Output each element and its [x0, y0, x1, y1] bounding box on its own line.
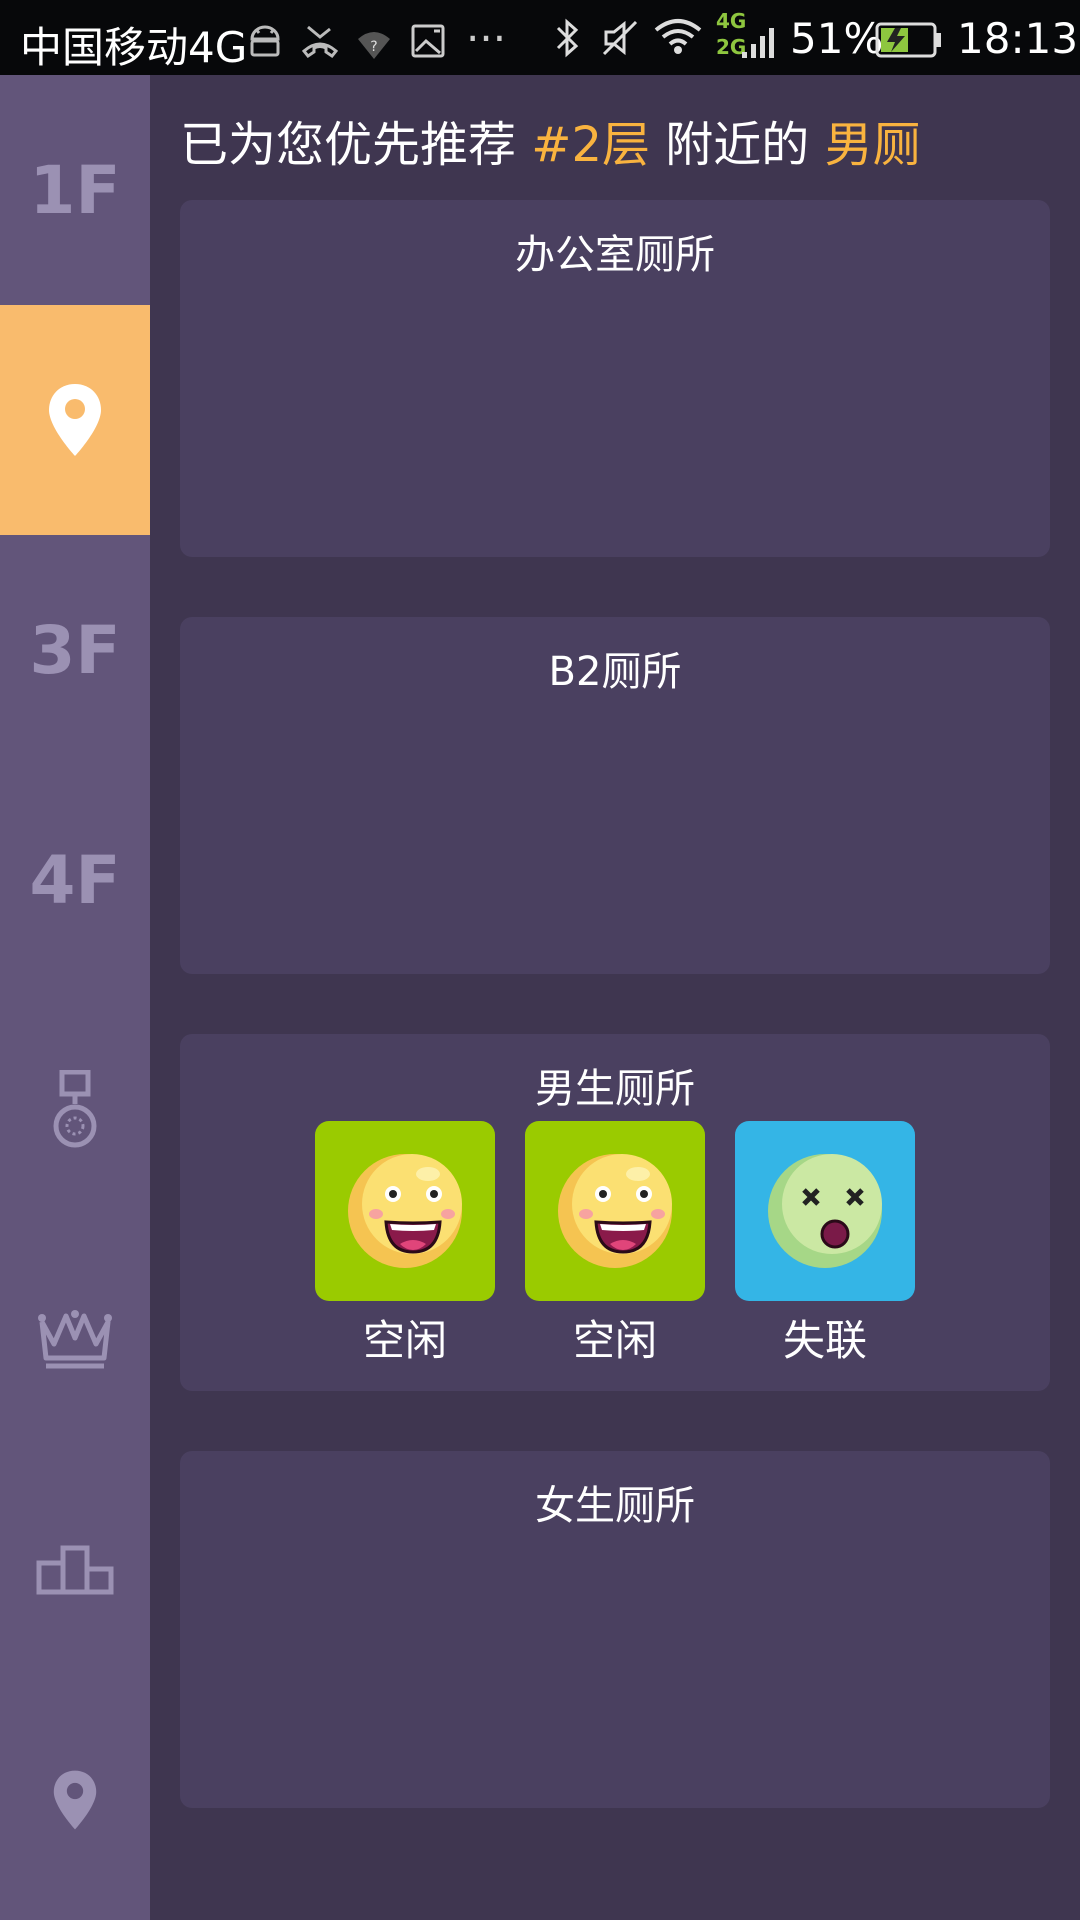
image-icon [410, 20, 446, 69]
card-title: B2厕所 [548, 649, 682, 695]
wifi-icon [652, 16, 704, 66]
status-bar: 中国移动4G ? ··· 4G 2G 51% 18:13 [0, 0, 1080, 75]
sidebar-item-label: 3F [29, 611, 121, 689]
card-title: 办公室厕所 [515, 232, 715, 278]
dizzy-face-icon [768, 1154, 882, 1268]
sidebar-item-ranking[interactable] [0, 1225, 150, 1455]
stall-list: 空闲 空闲 失联 [315, 1121, 915, 1368]
mute-icon [600, 18, 640, 68]
stall-item[interactable]: 空闲 [525, 1121, 705, 1368]
restroom-card-b2[interactable]: B2厕所 [180, 617, 1050, 974]
location-pin-icon [53, 1770, 97, 1830]
headline-prefix: 已为您优先推荐 [180, 117, 532, 173]
crown-icon [38, 1310, 112, 1369]
happy-face-icon [348, 1154, 462, 1268]
recommendation-headline: 已为您优先推荐 #2层 附近的 男厕 [180, 105, 921, 175]
sidebar-item-1f[interactable]: 1F [0, 75, 150, 305]
clock: 18:13 [957, 14, 1079, 63]
sidebar-item-label: 1F [29, 151, 121, 229]
restroom-card-male[interactable]: 男生厕所 空闲 空闲 失联 [180, 1034, 1050, 1391]
stall-status-label: 空闲 [572, 1316, 657, 1365]
signal-icon [742, 16, 776, 70]
sidebar-item-medal[interactable] [0, 995, 150, 1225]
headline-type: 男厕 [824, 117, 921, 173]
battery-charging-icon [875, 20, 943, 69]
restroom-card-female[interactable]: 女生厕所 [180, 1451, 1050, 1808]
stall-item[interactable]: 失联 [735, 1121, 915, 1368]
happy-face-icon [558, 1154, 672, 1268]
medal-icon [53, 1070, 97, 1148]
sidebar-item-current-location[interactable] [0, 305, 150, 535]
missed-call-icon [300, 20, 340, 69]
sidebar-item-label: 4F [29, 841, 121, 919]
sidebar-item-leaderboard[interactable] [0, 1455, 150, 1685]
card-title: 女生厕所 [535, 1483, 695, 1529]
android-icon [246, 20, 284, 69]
floor-sidebar: 1F 3F 4F [0, 75, 150, 1920]
card-title: 男生厕所 [535, 1066, 695, 1112]
restroom-card-office[interactable]: 办公室厕所 [180, 200, 1050, 557]
sidebar-item-location[interactable] [0, 1685, 150, 1915]
svg-text:?: ? [370, 39, 377, 55]
battery-percent: 51% [790, 14, 884, 63]
stall-item[interactable]: 空闲 [315, 1121, 495, 1368]
main-content: 已为您优先推荐 #2层 附近的 男厕 办公室厕所 B2厕所 男生厕所 空闲 空闲… [150, 75, 1080, 1920]
carrier-name: 中国移动4G [20, 23, 248, 72]
stall-status-tile [315, 1121, 495, 1301]
headline-middle: 附近的 [650, 117, 825, 173]
location-pin-icon [49, 384, 101, 456]
stall-status-tile [735, 1121, 915, 1301]
stall-status-label: 失联 [782, 1316, 867, 1365]
podium-icon [36, 1545, 114, 1595]
stall-status-tile [525, 1121, 705, 1301]
sidebar-item-4f[interactable]: 4F [0, 765, 150, 995]
more-icon: ··· [466, 14, 507, 63]
bluetooth-icon [552, 18, 582, 68]
sidebar-item-3f[interactable]: 3F [0, 535, 150, 765]
stall-status-label: 空闲 [362, 1316, 447, 1365]
headline-floor: #2层 [531, 117, 651, 173]
wifi-question-icon: ? [356, 22, 392, 71]
